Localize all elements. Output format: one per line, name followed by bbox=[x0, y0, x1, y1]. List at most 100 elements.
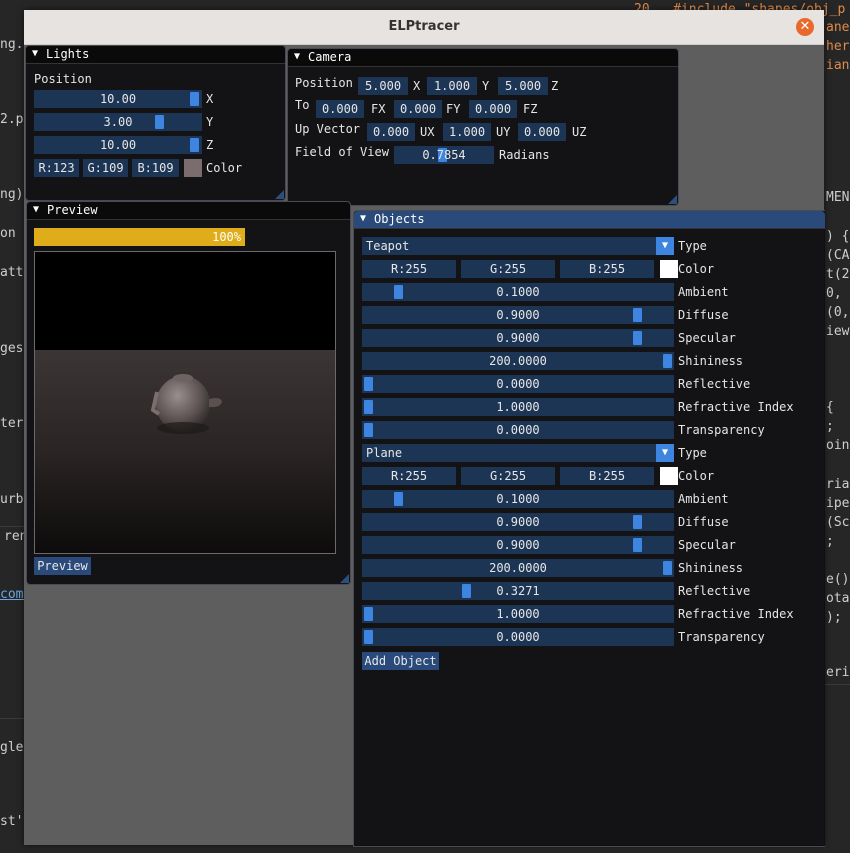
light-x-slider[interactable]: 10.00 bbox=[34, 90, 202, 108]
code-line: t(2 bbox=[826, 267, 850, 282]
code-line: st' bbox=[0, 814, 24, 829]
object-color-r[interactable]: R:255 bbox=[362, 467, 456, 485]
object-prop-slider[interactable]: 200.0000 bbox=[362, 559, 674, 577]
object-type-label: Type bbox=[678, 446, 707, 460]
object-prop-label: Reflective bbox=[678, 584, 751, 598]
object-color-b[interactable]: B:255 bbox=[560, 260, 654, 278]
camera-pos-y-label: Y bbox=[482, 79, 490, 93]
code-line: oin bbox=[826, 438, 850, 453]
preview-panel-header[interactable]: ▼ Preview bbox=[27, 202, 350, 220]
object-prop-value: 1.0000 bbox=[496, 607, 540, 621]
camera-to-label: To bbox=[295, 98, 310, 112]
object-color-g[interactable]: G:255 bbox=[461, 467, 555, 485]
preview-button[interactable]: Preview bbox=[34, 557, 91, 575]
resize-grip[interactable] bbox=[668, 195, 677, 204]
object-prop-slider[interactable]: 0.1000 bbox=[362, 283, 674, 301]
object-prop-slider[interactable]: 0.9000 bbox=[362, 329, 674, 347]
collapse-arrow-icon[interactable]: ▼ bbox=[33, 204, 39, 215]
collapse-arrow-icon[interactable]: ▼ bbox=[32, 48, 38, 59]
object-prop-slider[interactable]: 1.0000 bbox=[362, 398, 674, 416]
camera-pos-x-field[interactable]: 5.000 bbox=[358, 77, 408, 95]
collapse-arrow-icon[interactable]: ▼ bbox=[294, 51, 300, 62]
light-y-slider[interactable]: 3.00 bbox=[34, 113, 202, 131]
object-type-dropdown[interactable]: Teapot ▼ bbox=[362, 237, 674, 255]
camera-up-label: Up Vector bbox=[295, 122, 361, 136]
title-bar[interactable]: ELPtracer ✕ bbox=[24, 10, 824, 45]
object-prop-value: 0.9000 bbox=[496, 515, 540, 529]
object-prop-slider[interactable]: 0.9000 bbox=[362, 306, 674, 324]
object-prop-value: 0.1000 bbox=[496, 285, 540, 299]
camera-fov-value: 0.7854 bbox=[422, 148, 466, 162]
object-prop-value: 0.0000 bbox=[496, 630, 540, 644]
camera-to-x-field[interactable]: 0.000 bbox=[316, 100, 364, 118]
camera-up-y-field[interactable]: 1.000 bbox=[443, 123, 491, 141]
object-prop-slider[interactable]: 0.9000 bbox=[362, 513, 674, 531]
light-z-slider[interactable]: 10.00 bbox=[34, 136, 202, 154]
object-color-b[interactable]: B:255 bbox=[560, 467, 654, 485]
light-color-r[interactable]: R:123 bbox=[34, 159, 79, 177]
object-prop-slider[interactable]: 0.0000 bbox=[362, 628, 674, 646]
object-prop-value: 0.0000 bbox=[496, 377, 540, 391]
object-color-swatch[interactable] bbox=[660, 260, 678, 278]
object-color-swatch[interactable] bbox=[660, 467, 678, 485]
light-color-b[interactable]: B:109 bbox=[132, 159, 179, 177]
object-type-dropdown[interactable]: Plane ▼ bbox=[362, 444, 674, 462]
code-line: (CA bbox=[826, 248, 850, 263]
code-line: MEN bbox=[826, 190, 850, 205]
object-color-g[interactable]: G:255 bbox=[461, 260, 555, 278]
camera-to-z-field[interactable]: 0.000 bbox=[469, 100, 517, 118]
slider-grabber[interactable] bbox=[155, 115, 164, 129]
code-line: ) { bbox=[826, 229, 850, 244]
slider-grabber[interactable] bbox=[190, 92, 199, 106]
object-prop-slider[interactable]: 200.0000 bbox=[362, 352, 674, 370]
object-prop-slider[interactable]: 0.0000 bbox=[362, 421, 674, 439]
resize-grip[interactable] bbox=[275, 190, 284, 199]
camera-up-z-field[interactable]: 0.000 bbox=[518, 123, 566, 141]
object-prop-label: Specular bbox=[678, 331, 736, 345]
object-prop-value: 0.9000 bbox=[496, 538, 540, 552]
light-z-value: 10.00 bbox=[99, 138, 137, 152]
object-color-r[interactable]: R:255 bbox=[362, 260, 456, 278]
camera-panel-header[interactable]: ▼ Camera bbox=[288, 49, 678, 67]
camera-pos-y-field[interactable]: 1.000 bbox=[427, 77, 477, 95]
lights-title: Lights bbox=[46, 47, 90, 61]
object-prop-slider[interactable]: 0.3271 bbox=[362, 582, 674, 600]
objects-panel: ▼ Objects Teapot ▼ Type R:255 G:255 B:255 Colo… bbox=[353, 210, 825, 847]
progress-text: 100% bbox=[212, 230, 241, 244]
camera-up-x-field[interactable]: 0.000 bbox=[367, 123, 415, 141]
camera-position-label: Position bbox=[295, 76, 353, 90]
preview-title: Preview bbox=[47, 203, 98, 217]
object-prop-value: 0.9000 bbox=[496, 331, 540, 345]
light-color-g[interactable]: G:109 bbox=[83, 159, 128, 177]
add-object-button[interactable]: Add Object bbox=[362, 652, 439, 670]
camera-to-y-field[interactable]: 0.000 bbox=[394, 100, 442, 118]
object-prop-slider[interactable]: 0.0000 bbox=[362, 375, 674, 393]
close-icon[interactable]: ✕ bbox=[796, 18, 814, 36]
code-line: ; bbox=[826, 419, 834, 434]
camera-fov-slider[interactable]: 0.7854 bbox=[394, 146, 494, 164]
object-color-b-value: B:255 bbox=[588, 262, 626, 276]
window-title: ELPtracer bbox=[388, 19, 460, 34]
object-prop-slider[interactable]: 0.9000 bbox=[362, 536, 674, 554]
chevron-down-icon[interactable]: ▼ bbox=[656, 237, 674, 255]
object-color-r-value: R:255 bbox=[390, 262, 428, 276]
chevron-down-icon[interactable]: ▼ bbox=[656, 444, 674, 462]
object-prop-value: 200.0000 bbox=[489, 561, 547, 575]
slider-grabber[interactable] bbox=[190, 138, 199, 152]
object-prop-slider[interactable]: 1.0000 bbox=[362, 605, 674, 623]
app-window: ELPtracer ✕ ▼ Lights Position 10.00 X 3.… bbox=[24, 10, 825, 847]
object-color-label: Color bbox=[678, 469, 715, 483]
object-prop-slider[interactable]: 0.1000 bbox=[362, 490, 674, 508]
object-prop-value: 200.0000 bbox=[489, 354, 547, 368]
light-color-swatch[interactable] bbox=[184, 159, 202, 177]
code-line: 0, bbox=[826, 286, 842, 301]
camera-pos-z-field[interactable]: 5.000 bbox=[498, 77, 548, 95]
collapse-arrow-icon[interactable]: ▼ bbox=[360, 213, 366, 224]
object-prop-label: Diffuse bbox=[678, 515, 729, 529]
object-prop-value: 0.1000 bbox=[496, 492, 540, 506]
lights-panel-header[interactable]: ▼ Lights bbox=[26, 46, 285, 64]
object-prop-label: Transparency bbox=[678, 423, 765, 437]
resize-grip[interactable] bbox=[340, 574, 349, 583]
objects-panel-header[interactable]: ▼ Objects bbox=[354, 211, 825, 229]
object-prop-label: Shininess bbox=[678, 354, 744, 368]
